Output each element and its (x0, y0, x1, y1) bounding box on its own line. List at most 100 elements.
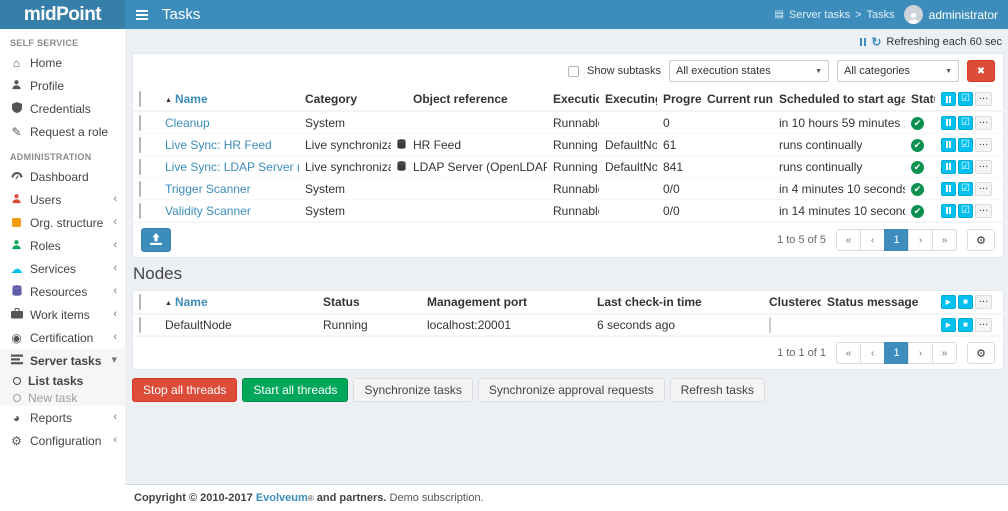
first-page-button[interactable]: « (836, 229, 861, 251)
task-name-link[interactable]: Validity Scanner (165, 204, 251, 218)
chevron-left-icon: ‹ (113, 309, 117, 320)
suspend-task-button[interactable] (941, 160, 956, 174)
sidebar-item-server-tasks[interactable]: Server tasks ▾ (0, 349, 125, 372)
midpoint-logo[interactable]: midPoint (0, 0, 125, 29)
resume-task-button[interactable]: ☑ (958, 138, 973, 152)
more-actions-button[interactable]: … (975, 182, 992, 196)
synchronize-approval-requests-button[interactable]: Synchronize approval requests (478, 378, 665, 402)
tasks-header-row: ▲Name Category Object reference Executio… (133, 88, 1005, 111)
start-scheduler-button[interactable]: ▶ (941, 295, 956, 309)
row-checkbox[interactable] (139, 115, 141, 131)
resume-task-button[interactable]: ☑ (958, 160, 973, 174)
suspend-task-button[interactable] (941, 138, 956, 152)
sidebar-item-certification[interactable]: ◉ Certification ‹ (0, 326, 125, 349)
check-square-icon: ☑ (961, 162, 970, 172)
synchronize-tasks-button[interactable]: Synchronize tasks (353, 378, 472, 402)
more-actions-button[interactable]: … (975, 138, 992, 152)
select-all-checkbox[interactable] (139, 294, 141, 310)
resume-task-button[interactable]: ☑ (958, 116, 973, 130)
refresh-tasks-button[interactable]: Refresh tasks (670, 378, 765, 402)
first-page-button[interactable]: « (836, 342, 861, 364)
sidebar-item-list-tasks[interactable]: List tasks (0, 372, 125, 389)
sidebar-item-dashboard[interactable]: Dashboard (0, 165, 125, 188)
chevron-left-icon: ‹ (113, 240, 117, 251)
suspend-task-button[interactable] (941, 116, 956, 130)
sort-by-name[interactable]: ▲Name (165, 295, 208, 309)
resume-task-button[interactable]: ☑ (958, 204, 973, 218)
col-management-port: Management port (421, 291, 591, 314)
next-page-button[interactable]: › (908, 342, 933, 364)
resource-icon (397, 160, 406, 174)
chevron-left-icon: ‹ (113, 217, 117, 228)
users-icon (10, 193, 23, 206)
more-actions-button[interactable]: … (975, 116, 992, 130)
suspend-task-button[interactable] (941, 182, 956, 196)
pie-chart-icon: ◕ (10, 412, 23, 424)
sidebar-item-users[interactable]: Users ‹ (0, 188, 125, 211)
pause-refresh-icon[interactable] (860, 38, 867, 46)
last-page-button[interactable]: » (932, 342, 957, 364)
categories-select[interactable]: All categories ▼ (837, 60, 959, 82)
clear-filter-button[interactable]: ✖ (967, 60, 995, 82)
sidebar-item-roles[interactable]: Roles ‹ (0, 234, 125, 257)
row-checkbox[interactable] (139, 203, 141, 219)
sidebar-item-resources[interactable]: Resources ‹ (0, 280, 125, 303)
sidebar-item-reports[interactable]: ◕ Reports ‹ (0, 406, 125, 429)
more-actions-button[interactable]: … (975, 160, 992, 174)
select-all-checkbox[interactable] (139, 91, 141, 107)
suspend-task-button[interactable] (941, 204, 956, 218)
sidebar-item-services[interactable]: ☁ Services ‹ (0, 257, 125, 280)
row-checkbox[interactable] (139, 181, 141, 197)
sidebar-item-credentials[interactable]: Credentials (0, 97, 125, 120)
refresh-icon[interactable]: ↻ (871, 36, 881, 48)
user-menu[interactable]: administrator (904, 5, 998, 24)
avatar (904, 5, 923, 24)
sidebar-item-work-items[interactable]: Work items ‹ (0, 303, 125, 326)
sidebar-item-org-structure[interactable]: Org. structure ‹ (0, 211, 125, 234)
stop-scheduler-button[interactable]: ■ (958, 318, 973, 332)
stop-scheduler-button[interactable]: ■ (958, 295, 973, 309)
row-checkbox[interactable] (139, 137, 141, 153)
import-tasks-button[interactable] (141, 228, 171, 252)
row-checkbox[interactable] (139, 159, 141, 175)
ellipsis-icon: … (979, 141, 989, 145)
prev-page-button[interactable]: ‹ (860, 342, 885, 364)
start-scheduler-button[interactable]: ▶ (941, 318, 956, 332)
resume-tasks-button[interactable]: ☑ (958, 92, 973, 106)
task-name-link[interactable]: Trigger Scanner (165, 182, 251, 196)
sidebar-item-profile[interactable]: Profile (0, 74, 125, 97)
gear-icon: ⚙ (976, 234, 986, 247)
next-page-button[interactable]: › (908, 229, 933, 251)
sidebar-item-configuration[interactable]: ⚙ Configuration ‹ (0, 429, 125, 452)
task-name-link[interactable]: Live Sync: LDAP Server (OpenLDAP) (165, 160, 299, 174)
more-actions-button[interactable]: … (975, 204, 992, 218)
sidebar-item-home[interactable]: ⌂ Home (0, 51, 125, 74)
more-actions-button[interactable]: … (975, 92, 992, 106)
evolveum-link[interactable]: Evolveum (256, 492, 308, 504)
more-actions-button[interactable]: … (975, 318, 992, 332)
task-name-link[interactable]: Cleanup (165, 116, 210, 130)
task-name-link[interactable]: Live Sync: HR Feed (165, 138, 272, 152)
prev-page-button[interactable]: ‹ (860, 229, 885, 251)
sidebar-toggle-icon[interactable] (136, 10, 148, 20)
paging-settings-button[interactable]: ⚙ (967, 342, 995, 364)
sidebar-item-new-task[interactable]: New task (0, 389, 125, 406)
sidebar-item-request-a-role[interactable]: ✎ Request a role (0, 120, 125, 143)
more-actions-button[interactable]: … (975, 295, 992, 309)
stop-all-threads-button[interactable]: Stop all threads (132, 378, 237, 402)
sort-by-name[interactable]: ▲Name (165, 92, 208, 106)
pagination-summary: 1 to 1 of 1 (777, 347, 826, 359)
row-checkbox[interactable] (139, 317, 141, 333)
paging-settings-button[interactable]: ⚙ (967, 229, 995, 251)
execution-states-select[interactable]: All execution states ▼ (669, 60, 829, 82)
show-subtasks-checkbox[interactable] (568, 66, 579, 77)
page-1-button[interactable]: 1 (884, 229, 909, 251)
resume-task-button[interactable]: ☑ (958, 182, 973, 196)
last-page-button[interactable]: » (932, 229, 957, 251)
page-1-button[interactable]: 1 (884, 342, 909, 364)
suspend-tasks-button[interactable] (941, 92, 956, 106)
table-row: Cleanup System Runnable 0 in 10 hours 59… (133, 111, 1005, 134)
breadcrumb-root[interactable]: Server tasks (789, 9, 850, 21)
start-all-threads-button[interactable]: Start all threads (242, 378, 348, 402)
circle-o-icon (13, 394, 21, 402)
